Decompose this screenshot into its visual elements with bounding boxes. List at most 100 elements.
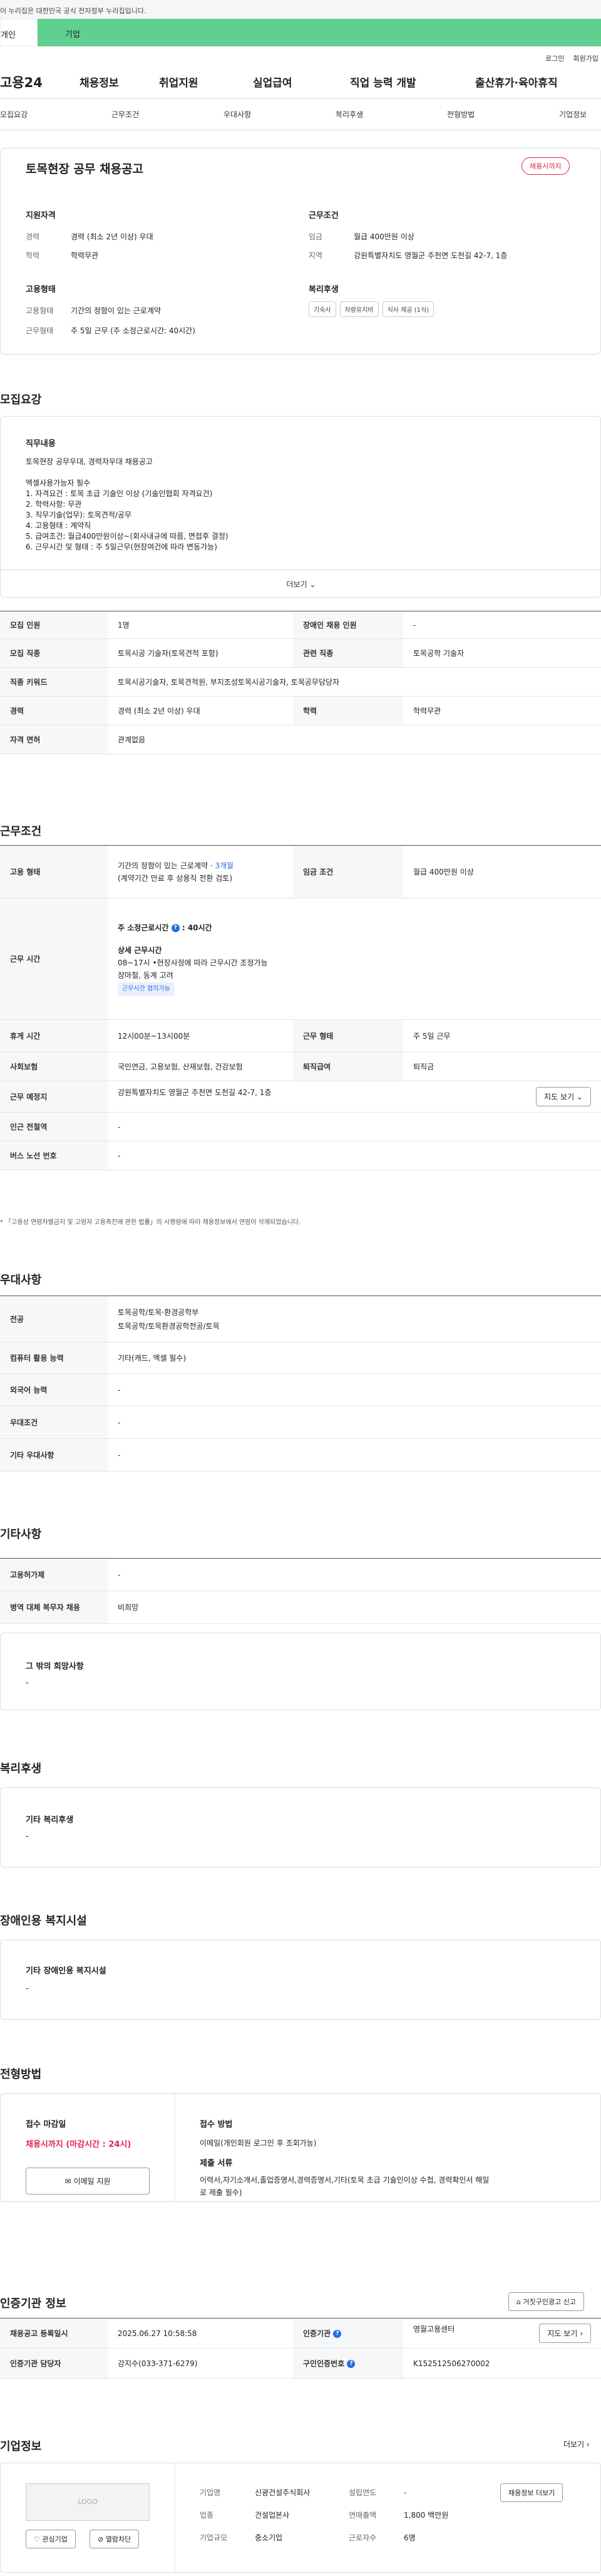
section-tabs: 모집요강 근무조건 우대사항 복리후생 전형방법 기업정보 bbox=[0, 99, 601, 130]
work-form-row: 근무형태 주 5일 근무 (주 소정근로시간: 40시간) bbox=[26, 326, 195, 335]
career-row: 경력 경력 (최소 2년 이상) 우대 bbox=[26, 232, 153, 241]
cert-heading: 인증기관 정보 bbox=[0, 2297, 66, 2310]
table-row: 사회보험 국민연금, 고용보험, 산재보험, 건강보험 퇴직급여 퇴직금 bbox=[0, 1052, 601, 1081]
favorite-company-button[interactable]: ♡ 관심기업 bbox=[26, 2530, 76, 2548]
welfare-heading: 복리후생 bbox=[309, 285, 339, 294]
company-logo: LOGO bbox=[26, 2483, 150, 2521]
tab-welfare[interactable]: 복리후생 bbox=[336, 109, 363, 120]
table-row: 병역 대체 복무자 채용 비희망 bbox=[0, 1591, 601, 1624]
tab-enterprise[interactable]: 기업 bbox=[38, 19, 601, 46]
cond-heading: 근무조건 bbox=[309, 211, 339, 221]
preferences-table: 전공 토목공학/토목·환경공학부 토목공학/토목환경공학전공/토목 컴퓨터 활용 능… bbox=[0, 1296, 601, 1472]
time-tag: 근무시간 협의가능 bbox=[118, 982, 175, 996]
mail-icon: ✉ bbox=[64, 2177, 71, 2186]
heart-icon: ♡ bbox=[34, 2535, 40, 2543]
age-note: * 「고용상 연령차별금지 및 고령자 고용촉진에 관한 법률」의 시행령에 따… bbox=[0, 1219, 301, 1226]
menu-unemployment[interactable]: 실업급여 bbox=[253, 74, 350, 90]
company-jobs-button[interactable]: 채용정보 더보기 bbox=[500, 2483, 563, 2502]
table-row: 고용허가제 - bbox=[0, 1558, 601, 1591]
process-heading: 전형방법 bbox=[0, 2068, 42, 2081]
duty-heading: 직무내용 bbox=[26, 439, 56, 449]
table-row: 모집 직종 토목시공 기술자(토목견적 포함) 관련 직종 토목공학 기술자 bbox=[0, 638, 601, 668]
job-title: 토목현장 공무 채용공고 bbox=[26, 162, 144, 176]
edu-row: 학력 학력무관 bbox=[26, 251, 99, 260]
table-row: 컴퓨터 활용 능력 기타(캐드, 엑셀 필수) bbox=[0, 1342, 601, 1374]
table-row: 근무 시간 주 소정근로시간 ? : 40시간 상세 근무시간 08~17시 •… bbox=[0, 898, 601, 1020]
welfare-box: 기타 복리후생 - bbox=[0, 1787, 601, 1867]
company-heading: 기업정보 bbox=[0, 2440, 42, 2453]
chevron-down-icon: ⌄ bbox=[309, 580, 316, 589]
table-row: 버스 노선 번호 - bbox=[0, 1141, 601, 1170]
table-row: 인근 전철역 - bbox=[0, 1112, 601, 1141]
home-icon: ⌂ bbox=[516, 2298, 521, 2306]
disability-heading: 장애인용 복지시설 bbox=[0, 1914, 87, 1928]
more-button[interactable]: 더보기 ⌄ bbox=[1, 569, 601, 595]
emp-type-row: 고용형태 기간의 정함이 있는 근로계약 bbox=[26, 306, 161, 315]
company-more-link[interactable]: 더보기 › bbox=[563, 2439, 590, 2449]
table-row: 기타 우대사항 - bbox=[0, 1438, 601, 1472]
block-view-button[interactable]: ⊘ 열람차단 bbox=[90, 2530, 140, 2548]
cert-map-button[interactable]: 지도 보기 › bbox=[539, 2324, 591, 2343]
tab-recruit[interactable]: 모집요강 bbox=[0, 109, 28, 120]
map-button[interactable]: 지도 보기 ⌄ bbox=[536, 1087, 591, 1106]
table-row: 채용공고 등록일시 2025.06.27 10:58:58 인증기관 ? 영월고용센터… bbox=[0, 2318, 601, 2349]
table-row: 모집 인원 1명 장애인 채용 인원 - bbox=[0, 611, 601, 639]
qual-heading: 지원자격 bbox=[26, 211, 56, 221]
info-icon[interactable]: ? bbox=[171, 924, 180, 932]
company-box: LOGO ♡ 관심기업 ⊘ 열람차단 기업명 신광건설주식회사 업종 건설업본사 기… bbox=[0, 2463, 601, 2573]
table-row: 고용 형태 기간의 정함이 있는 근로계약 · 3개월 (계약기간 만료 후 상용직… bbox=[0, 845, 601, 898]
recruit-heading: 모집요강 bbox=[0, 393, 42, 407]
email-apply-button[interactable]: ✉ 이메일 지원 bbox=[26, 2168, 150, 2194]
report-fake-ad-button[interactable]: ⌂ 거짓구인광고 신고 bbox=[508, 2292, 584, 2311]
menu-training[interactable]: 직업 능력 개발 bbox=[350, 74, 475, 90]
recruit-table: 모집 인원 1명 장애인 채용 인원 - 모집 직종 토목시공 기술자(토목견적 포함)… bbox=[0, 611, 601, 754]
disability-box: 기타 장애인용 복지시설 - bbox=[0, 1940, 601, 2020]
tab-preferences[interactable]: 우대사항 bbox=[223, 109, 251, 120]
preferences-heading: 우대사항 bbox=[0, 1274, 42, 1287]
pay-row: 임금 월급 400만원 이상 bbox=[309, 232, 414, 241]
emp-heading: 고용형태 bbox=[26, 285, 56, 294]
table-row: 인증기관 담당자 강지수(033-371-6279) 구인인증번호 ? K152512… bbox=[0, 2348, 601, 2379]
table-row: 전공 토목공학/토목·환경공학부 토목공학/토목환경공학전공/토목 bbox=[0, 1296, 601, 1343]
menu-parental-leave[interactable]: 출산휴가·육아휴직 bbox=[475, 74, 558, 90]
table-row: 우대조건 - bbox=[0, 1406, 601, 1439]
menu-jobs[interactable]: 채용정보 bbox=[80, 74, 159, 90]
tab-process[interactable]: 전형방법 bbox=[447, 109, 475, 120]
gov-banner: 이 누리집은 대한민국 공식 전자정부 누리집입니다. bbox=[0, 0, 601, 19]
info-icon[interactable]: ? bbox=[347, 2360, 356, 2368]
tab-company[interactable]: 기업정보 bbox=[559, 109, 587, 120]
table-row: 직종 키워드 토목시공기술자, 토목견적원, 부지조성토목시공기술자, 토목공무담… bbox=[0, 667, 601, 697]
table-row: 휴게 시간 12시00분~13시00분 근무 형태 주 5일 근무 bbox=[0, 1019, 601, 1052]
tab-conditions[interactable]: 근무조건 bbox=[111, 109, 139, 120]
table-row: 경력 경력 (최소 2년 이상) 우대 학력 학력무관 bbox=[0, 696, 601, 725]
location-row: 지역 강원특별자치도 영월군 주천면 도천길 42-7, 1층 bbox=[309, 251, 508, 260]
process-box: 접수 마감일 채용시까지 (마감시간 : 24시) ✉ 이메일 지원 접수 방법… bbox=[0, 2093, 601, 2202]
table-row: 자격 면허 관계없음 bbox=[0, 725, 601, 754]
welfare-chip: 기숙사 bbox=[309, 301, 336, 317]
deadline-value: 채용시까지 (마감시간 : 24시) bbox=[26, 2140, 131, 2149]
welfare-chip: 식사 제공 (1식) bbox=[382, 301, 434, 317]
duty-text: 토목현장 공무우대, 경력자우대 채용공고 엑셀사용가능자 필수 1. 자격요건 … bbox=[26, 457, 229, 551]
duty-box: 직무내용 토목현장 공무우대, 경력자우대 채용공고 엑셀사용가능자 필수 1. … bbox=[0, 416, 601, 598]
deadline-badge: 채용시까지 bbox=[521, 157, 570, 175]
conditions-table: 고용 형태 기간의 정함이 있는 근로계약 · 3개월 (계약기간 만료 후 상용직… bbox=[0, 845, 601, 1170]
signup-link[interactable]: 회원가입 bbox=[573, 53, 598, 65]
hope-box: 그 밖의 희망사항 - bbox=[0, 1633, 601, 1710]
table-row: 외국어 능력 - bbox=[0, 1373, 601, 1406]
utility-links: 로그인 회원가입 bbox=[0, 46, 601, 65]
login-link[interactable]: 로그인 bbox=[545, 53, 564, 65]
cert-table: 채용공고 등록일시 2025.06.27 10:58:58 인증기관 ? 영월고용센터… bbox=[0, 2318, 601, 2379]
etc-heading: 기타사항 bbox=[0, 1528, 42, 1541]
job-summary-card: 토목현장 공무 채용공고 채용시까지 지원자격 경력 경력 (최소 2년 이상) … bbox=[0, 148, 601, 355]
welfare-chip: 차량유지비 bbox=[339, 301, 379, 317]
site-logo[interactable]: 고용24 bbox=[0, 73, 80, 91]
global-nav: 고용24 채용정보 취업지원 실업급여 직업 능력 개발 출산휴가·육아휴직 bbox=[0, 65, 601, 99]
tab-personal[interactable]: 개인 bbox=[0, 19, 38, 46]
etc-table: 고용허가제 - 병역 대체 복무자 채용 비희망 bbox=[0, 1558, 601, 1624]
info-icon[interactable]: ? bbox=[333, 2330, 342, 2338]
menu-employment-support[interactable]: 취업지원 bbox=[159, 74, 253, 90]
user-type-tabs: 개인 기업 bbox=[0, 19, 601, 46]
block-icon: ⊘ bbox=[98, 2535, 104, 2543]
conditions-heading: 근무조건 bbox=[0, 825, 42, 838]
welfare-section-heading: 복리후생 bbox=[0, 1762, 42, 1775]
